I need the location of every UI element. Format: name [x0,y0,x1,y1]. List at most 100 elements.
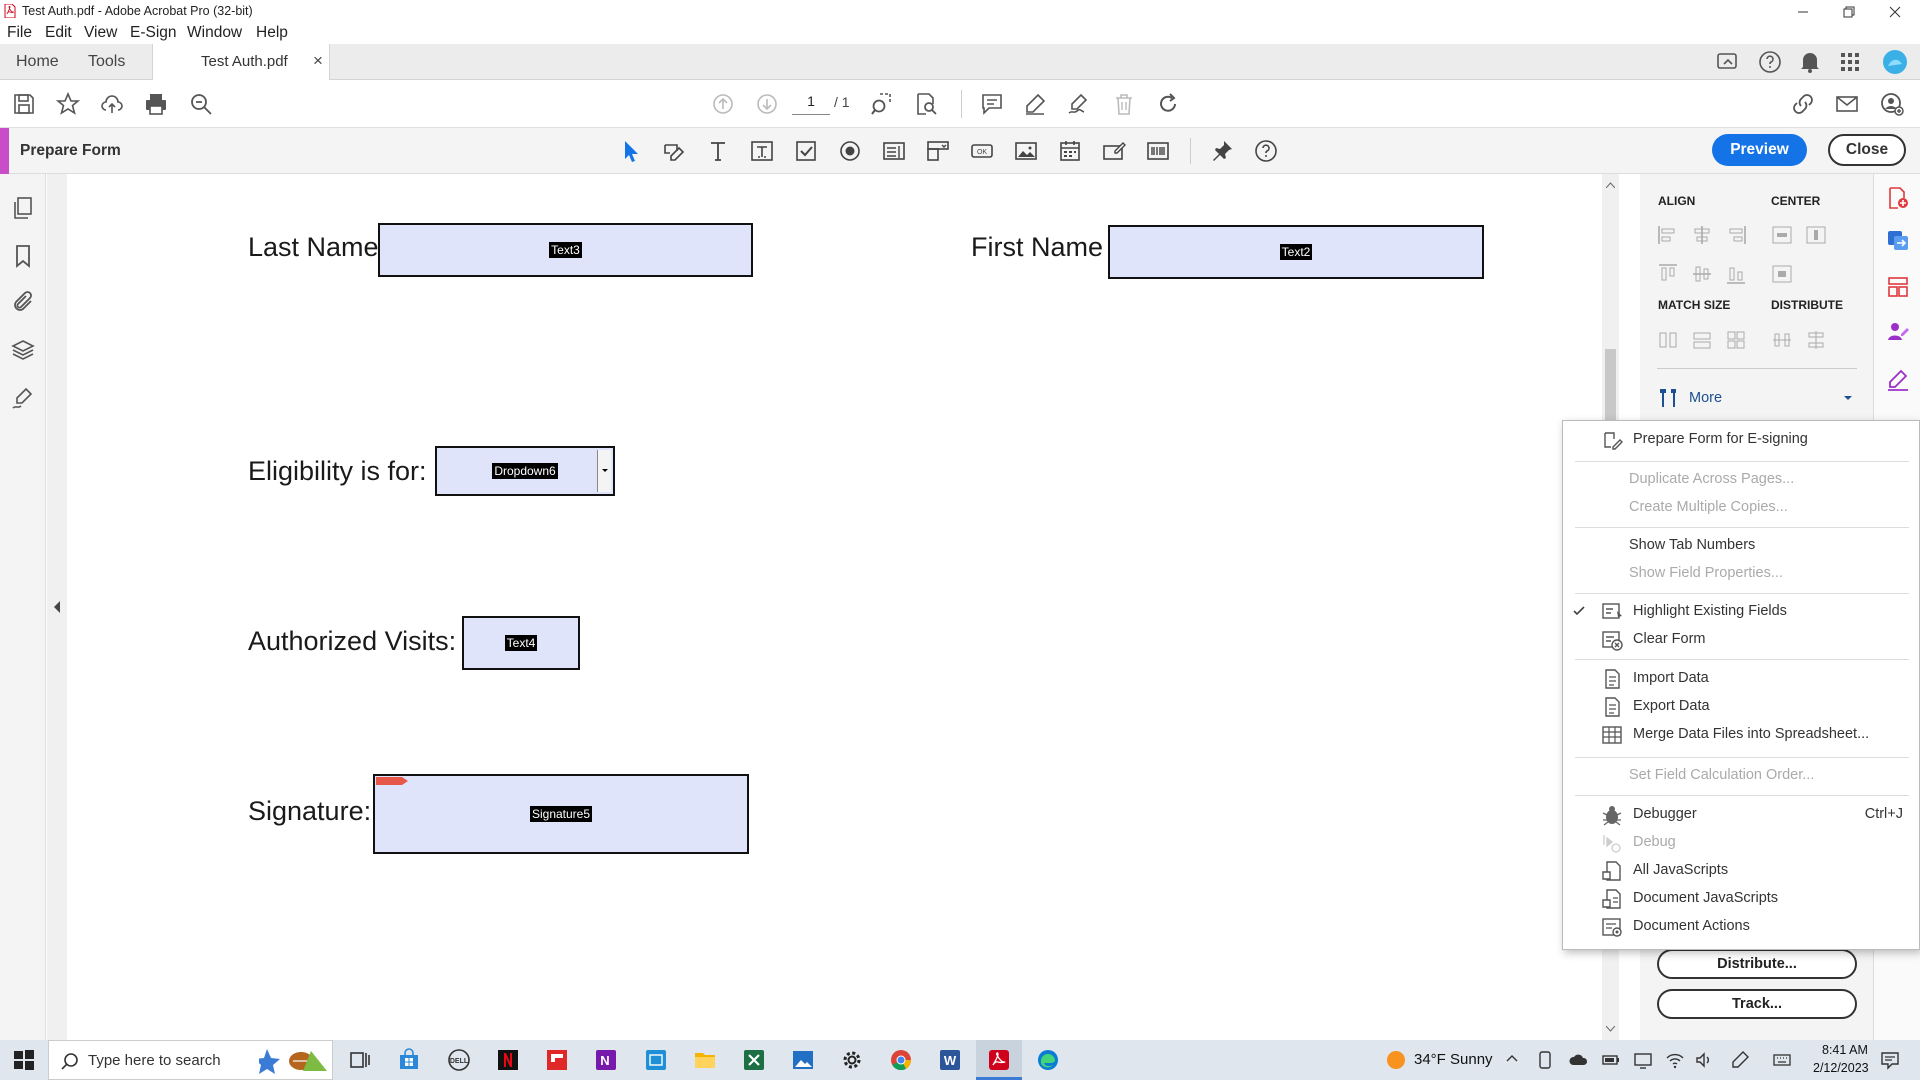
tab-document[interactable]: Test Auth.pdf × [152,44,330,81]
print-icon[interactable] [144,92,168,116]
menu-item-document-javascripts[interactable]: Document JavaScripts [1563,886,1919,912]
menu-window[interactable]: Window [187,24,242,42]
menu-item-show-field-properties[interactable]: Show Field Properties... [1563,561,1919,587]
share-link-icon[interactable] [1791,92,1815,116]
page-number-input[interactable]: 1 [792,93,830,115]
taskbar-active-acrobat[interactable] [976,1040,1022,1080]
text-field-tool-icon[interactable] [750,139,774,163]
menu-item-prepare-esign[interactable]: Prepare Form for E-signing [1563,427,1919,453]
tab-close-icon[interactable]: × [313,51,323,71]
keyboard-icon[interactable] [1772,1050,1792,1070]
redo-icon[interactable] [1156,92,1180,116]
checkbox-tool-icon[interactable] [794,139,818,163]
share-people-icon[interactable] [1880,92,1904,116]
news-app-icon[interactable] [644,1048,668,1072]
distribute-horizontal-icon[interactable] [1771,329,1793,351]
cloud-upload-icon[interactable] [100,92,124,116]
user-avatar-icon[interactable] [1882,49,1908,75]
distribute-vertical-icon[interactable] [1805,329,1827,351]
align-bottom-icon[interactable] [1725,263,1747,285]
authorized-visits-field[interactable]: Text4 [462,616,580,670]
microsoft-store-icon[interactable] [397,1048,421,1072]
clock-time[interactable]: 8:41 AM [1822,1043,1868,1057]
last-name-field[interactable]: Text3 [378,223,753,277]
scroll-up-icon[interactable] [1606,182,1615,188]
center-horizontal-icon[interactable] [1771,224,1793,246]
signature-field[interactable]: Signature5 [373,774,749,854]
tab-home[interactable]: Home [16,44,59,80]
menu-item-clear-form[interactable]: Clear Form [1563,627,1919,653]
select-pointer-icon[interactable] [619,139,643,163]
excel-icon[interactable] [742,1048,766,1072]
clock-date[interactable]: 2/12/2023 [1813,1061,1869,1075]
menu-item-show-tab-numbers[interactable]: Show Tab Numbers [1563,533,1919,559]
scroll-down-icon[interactable] [1606,1026,1615,1032]
onedrive-cloud-icon[interactable] [1569,1050,1589,1070]
distribute-button[interactable]: Distribute... [1657,949,1857,979]
preview-button[interactable]: Preview [1712,134,1807,166]
zoom-search-icon[interactable] [189,92,213,116]
menu-item-debugger[interactable]: Debugger Ctrl+J [1563,802,1919,828]
image-tool-icon[interactable] [1014,139,1038,163]
previous-page-icon[interactable] [711,92,735,116]
organize-pages-icon[interactable] [1886,275,1910,299]
help-icon[interactable] [1758,50,1782,74]
battery-icon[interactable] [1601,1050,1621,1070]
wifi-icon[interactable] [1665,1050,1685,1070]
pen-workspace-icon[interactable] [1730,1050,1750,1070]
match-width-icon[interactable] [1657,329,1679,351]
bookmark-star-icon[interactable] [56,92,80,116]
layers-icon[interactable] [11,338,35,362]
date-tool-icon[interactable] [1058,139,1082,163]
find-text-icon[interactable] [870,92,894,116]
task-view-icon[interactable] [348,1048,372,1072]
menu-help[interactable]: Help [256,24,288,42]
menu-item-document-actions[interactable]: Document Actions [1563,914,1919,940]
dropdown-tool-icon[interactable] [926,139,950,163]
weather-text[interactable]: 34°F Sunny [1414,1051,1493,1068]
dropdown-arrow[interactable] [597,450,611,492]
chrome-icon[interactable] [889,1048,913,1072]
menu-item-export-data[interactable]: Export Data [1563,694,1919,720]
menu-item-create-copies[interactable]: Create Multiple Copies... [1563,495,1919,521]
track-button[interactable]: Track... [1657,989,1857,1019]
menu-view[interactable]: View [84,24,117,42]
menu-item-debug[interactable]: Debug [1563,830,1919,856]
menu-item-merge-data[interactable]: Merge Data Files into Spreadsheet... [1563,722,1919,748]
tray-phone-icon[interactable] [1535,1050,1555,1070]
align-left-icon[interactable] [1657,224,1679,246]
form-help-icon[interactable] [1254,139,1278,163]
pin-icon[interactable] [1210,139,1234,163]
center-vertical-icon[interactable] [1805,224,1827,246]
apps-grid-icon[interactable] [1840,52,1860,72]
create-pdf-icon[interactable] [1886,186,1910,210]
request-signatures-icon[interactable] [1886,320,1910,344]
text-tool-icon[interactable] [706,139,730,163]
first-name-field[interactable]: Text2 [1108,225,1484,279]
settings-gear-icon[interactable] [840,1048,864,1072]
fill-and-sign-icon[interactable] [1886,368,1910,392]
next-page-icon[interactable] [755,92,779,116]
comment-icon[interactable] [980,92,1004,116]
netflix-icon[interactable] [496,1048,520,1072]
more-dropdown[interactable]: More [1657,386,1857,412]
restore-button[interactable] [1826,0,1872,24]
edit-fields-icon[interactable] [662,139,686,163]
menu-item-duplicate-pages[interactable]: Duplicate Across Pages... [1563,467,1919,493]
left-panel-collapse[interactable] [47,174,67,1040]
barcode-tool-icon[interactable] [1146,139,1170,163]
dell-icon[interactable]: DELL [447,1048,471,1072]
radio-button-tool-icon[interactable] [838,139,862,163]
save-icon[interactable] [12,92,36,116]
match-both-icon[interactable] [1725,329,1747,351]
signature-tool-icon[interactable] [1102,139,1126,163]
delete-icon[interactable] [1112,92,1136,116]
align-right-icon[interactable] [1725,224,1747,246]
align-middle-icon[interactable] [1691,263,1713,285]
bookmarks-icon[interactable] [11,244,35,268]
fill-sign-icon[interactable] [1067,92,1091,116]
page-zoom-icon[interactable] [914,92,938,116]
menu-item-all-javascripts[interactable]: All JavaScripts [1563,858,1919,884]
eligibility-dropdown[interactable]: Dropdown6 [435,446,615,496]
file-explorer-icon[interactable] [693,1048,717,1072]
